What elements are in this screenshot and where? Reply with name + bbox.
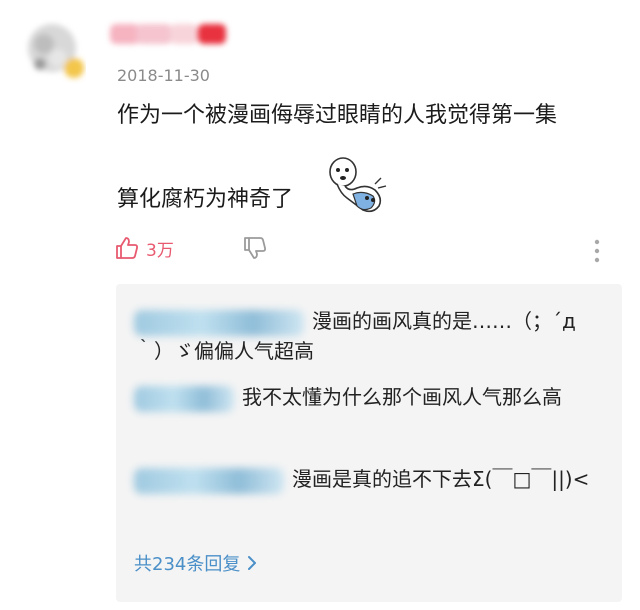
reply-username-blurred[interactable] bbox=[134, 309, 304, 336]
like-button[interactable]: 3万 bbox=[114, 235, 174, 261]
comment-text-line-1: 作为一个被漫画侮辱过眼睛的人我觉得第一集 bbox=[117, 103, 558, 128]
reply-item[interactable]: 漫画的画风真的是……（；´д｀）ゞ偏偏人气超高 bbox=[134, 306, 604, 366]
replies-panel: 漫画的画风真的是……（；´д｀）ゞ偏偏人气超高 我不太懂为什么那个画风人气那么高… bbox=[116, 284, 622, 602]
comment-actions: 3万 bbox=[114, 235, 614, 269]
comment-date: 2018-11-30 bbox=[117, 66, 210, 85]
username-blurred[interactable] bbox=[110, 18, 228, 48]
more-vertical-icon bbox=[594, 239, 600, 263]
user-avatar[interactable] bbox=[22, 14, 86, 84]
reply-item[interactable]: 我不太懂为什么那个画风人气那么高 bbox=[134, 382, 604, 412]
chevron-right-icon bbox=[248, 556, 257, 570]
dislike-button[interactable] bbox=[242, 235, 270, 267]
thumbs-up-icon bbox=[116, 237, 138, 259]
view-all-replies-link[interactable]: 共234条回复 bbox=[134, 550, 258, 576]
more-options-button[interactable] bbox=[592, 238, 602, 268]
sticker-icon bbox=[329, 157, 387, 213]
reply-item[interactable]: 漫画是真的追不下去Σ(￣□￣||)< bbox=[134, 464, 604, 494]
reply-text: 漫画是真的追不下去Σ(￣□￣||)< bbox=[292, 467, 590, 491]
reply-username-blurred[interactable] bbox=[134, 467, 284, 494]
reply-username-blurred[interactable] bbox=[134, 385, 234, 412]
like-count: 3万 bbox=[146, 240, 174, 261]
view-all-replies-label: 共234条回复 bbox=[134, 554, 241, 575]
thumbs-down-icon bbox=[244, 237, 266, 259]
reply-text: 我不太懂为什么那个画风人气那么高 bbox=[242, 385, 562, 409]
